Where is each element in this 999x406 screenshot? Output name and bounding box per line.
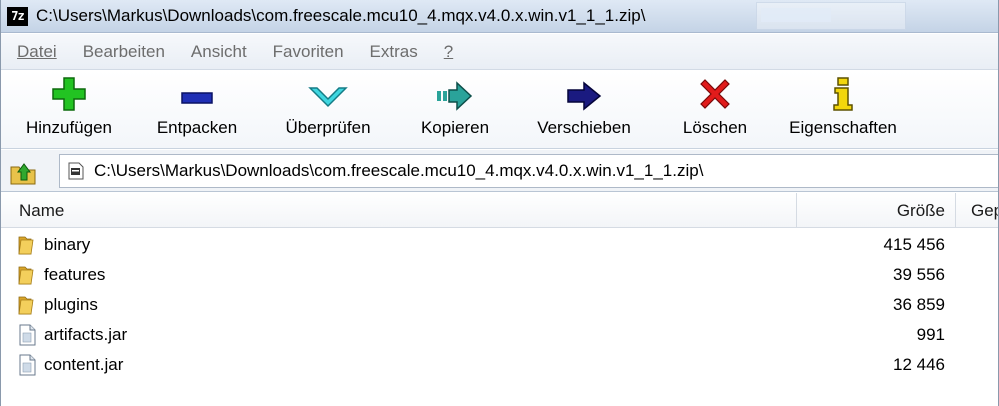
minus-icon: [175, 71, 219, 111]
copy-button[interactable]: Kopieren: [405, 71, 505, 149]
toolbar: Hinzufügen Entpacken Überprüfen Kopieren…: [1, 71, 998, 149]
file-icon: [19, 354, 36, 376]
menu-datei[interactable]: Datei: [17, 42, 57, 62]
file-name: content.jar: [44, 355, 124, 374]
file-name: binary: [44, 235, 91, 254]
sevenzip-app-icon[interactable]: 7z: [7, 6, 28, 26]
plus-icon: [47, 71, 91, 111]
info-icon: [821, 71, 865, 111]
background-window-reflection-inner: [761, 8, 831, 22]
move-arrow-icon: [562, 71, 606, 111]
file-size: 12 446: [893, 355, 945, 374]
delete-x-icon: [693, 71, 737, 111]
folder-up-button[interactable]: [9, 158, 39, 186]
properties-button[interactable]: Eigenschaften: [781, 71, 905, 149]
extract-button[interactable]: Entpacken: [147, 71, 247, 149]
delete-button-label: Löschen: [682, 118, 748, 137]
column-header-packed[interactable]: Gep: [971, 193, 998, 228]
file-list: binary 415 456 features 39 556 plugins 3…: [1, 229, 998, 406]
column-header-size[interactable]: Größe: [897, 193, 945, 228]
archive-file-icon: [68, 162, 84, 180]
file-name: artifacts.jar: [44, 325, 128, 344]
title-bar[interactable]: 7z C:\Users\Markus\Downloads\com.freesca…: [1, 0, 998, 33]
archive-window: 7z C:\Users\Markus\Downloads\com.freesca…: [0, 0, 999, 406]
test-button-label: Überprüfen: [285, 118, 371, 137]
folder-up-icon: [10, 163, 36, 185]
copy-arrow-icon: [433, 71, 477, 111]
add-button-label: Hinzufügen: [25, 118, 112, 137]
address-input[interactable]: C:\Users\Markus\Downloads\com.freescale.…: [59, 154, 998, 188]
file-size: 991: [916, 325, 945, 344]
copy-button-label: Kopieren: [420, 118, 490, 137]
folder-icon: [18, 266, 34, 285]
file-size: 415 456: [883, 235, 945, 254]
test-button[interactable]: Überprüfen: [273, 71, 383, 149]
list-item[interactable]: plugins 36 859: [1, 290, 998, 320]
file-name: plugins: [44, 295, 98, 314]
address-path: C:\Users\Markus\Downloads\com.freescale.…: [94, 161, 704, 180]
list-item[interactable]: artifacts.jar 991: [1, 320, 998, 350]
move-button[interactable]: Verschieben: [529, 71, 639, 149]
move-button-label: Verschieben: [537, 118, 631, 137]
properties-button-label: Eigenschaften: [789, 118, 897, 137]
list-item[interactable]: features 39 556: [1, 260, 998, 290]
column-divider[interactable]: [955, 193, 956, 228]
menu-extras[interactable]: Extras: [370, 42, 418, 62]
address-bar: C:\Users\Markus\Downloads\com.freescale.…: [1, 150, 998, 192]
file-size: 36 859: [893, 295, 945, 314]
file-size: 39 556: [893, 265, 945, 284]
list-item[interactable]: binary 415 456: [1, 230, 998, 260]
add-button[interactable]: Hinzufügen: [19, 71, 119, 149]
column-divider[interactable]: [796, 193, 797, 228]
file-icon: [19, 324, 36, 346]
check-icon: [306, 71, 350, 111]
file-list-header: Name Größe Gep: [1, 193, 998, 228]
menu-favoriten[interactable]: Favoriten: [273, 42, 344, 62]
menu-bearbeiten[interactable]: Bearbeiten: [83, 42, 165, 62]
column-header-name[interactable]: Name: [19, 193, 64, 228]
folder-icon: [18, 296, 34, 315]
window-title: C:\Users\Markus\Downloads\com.freescale.…: [36, 6, 646, 25]
delete-button[interactable]: Löschen: [665, 71, 765, 149]
menu-help[interactable]: ?: [444, 42, 453, 62]
folder-icon: [18, 236, 34, 255]
menu-ansicht[interactable]: Ansicht: [191, 42, 247, 62]
extract-button-label: Entpacken: [156, 118, 238, 137]
file-name: features: [44, 265, 106, 284]
menu-bar: Datei Bearbeiten Ansicht Favoriten Extra…: [1, 34, 998, 70]
list-item[interactable]: content.jar 12 446: [1, 350, 998, 380]
